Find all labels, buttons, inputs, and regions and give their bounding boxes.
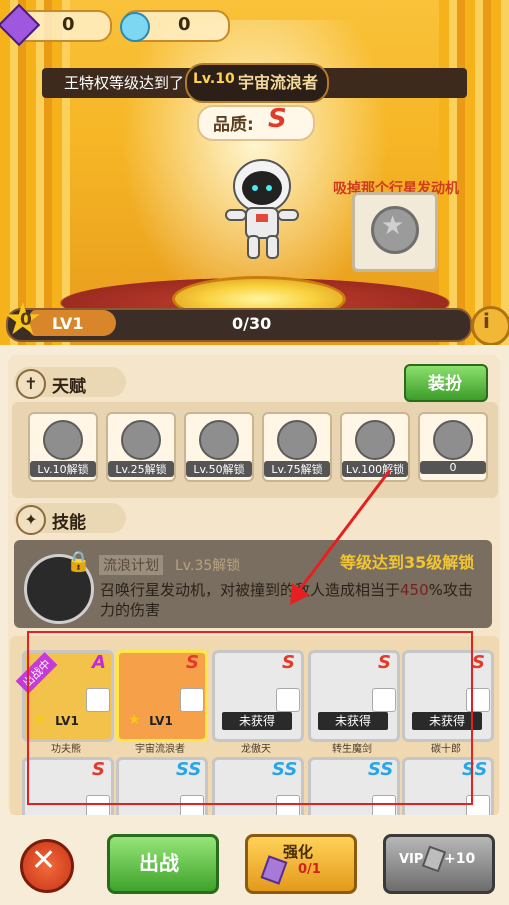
info-icon: i [483,309,490,333]
lock-icon: 🔒 [66,549,91,573]
flame-icon [199,420,239,460]
flame-icon [43,420,83,460]
hero-name: 宇宙流浪者 [238,73,319,92]
dress-up-label: 装扮 [428,374,462,394]
talent-slot-label: Lv.50解锁 [186,461,252,477]
upgrade-label: 强化 [283,843,314,861]
skill-name: 流浪计划 [99,555,163,575]
talent-slot-label: 0 [420,461,486,474]
talent-title: 天赋 [52,377,86,397]
skill-unlock-level: Lv.35解锁 [175,558,241,574]
purple-gem-value: 0 [62,14,75,35]
sword-icon: ✝ [16,369,46,399]
blue-diamond-icon [120,12,150,42]
skill-title: 技能 [52,513,86,533]
red-arrow-annotation [290,469,392,605]
exp-progress-text: 0/30 [232,314,272,333]
hero-grade: S [472,652,485,673]
quality-grade: S [268,104,287,134]
skill-star-icon: ✦ [16,505,46,535]
close-icon: ✕ [31,843,57,878]
talent-slot-label: Lv.10解锁 [30,461,96,477]
quality-label: 品质: [213,115,254,135]
flame-icon [277,420,317,460]
vip-label: VIP [399,852,424,867]
deploy-label: 出战 [139,851,179,875]
banner-text: 王特权等级达到了 [64,74,185,92]
info-button[interactable] [471,306,509,346]
star-level-value: 0 [20,310,32,330]
flame-icon [433,420,473,460]
astronaut-hero-sprite[interactable] [212,148,312,268]
star-icon: ★ [381,211,405,241]
upgrade-cost: 0/1 [298,862,321,877]
skill-damage-value: 450 [400,581,429,599]
hero-level: LV1 [52,314,84,333]
vip-reward-count: +10 [444,851,476,867]
banner-level: Lv.10 [193,71,235,87]
highlight-rectangle [27,631,473,805]
blue-gem-value: 0 [178,14,191,35]
talent-slot-label: Lv.25解锁 [108,461,174,477]
vortex-icon [121,420,161,460]
vortex-icon [355,420,395,460]
curtain-right [439,0,509,345]
